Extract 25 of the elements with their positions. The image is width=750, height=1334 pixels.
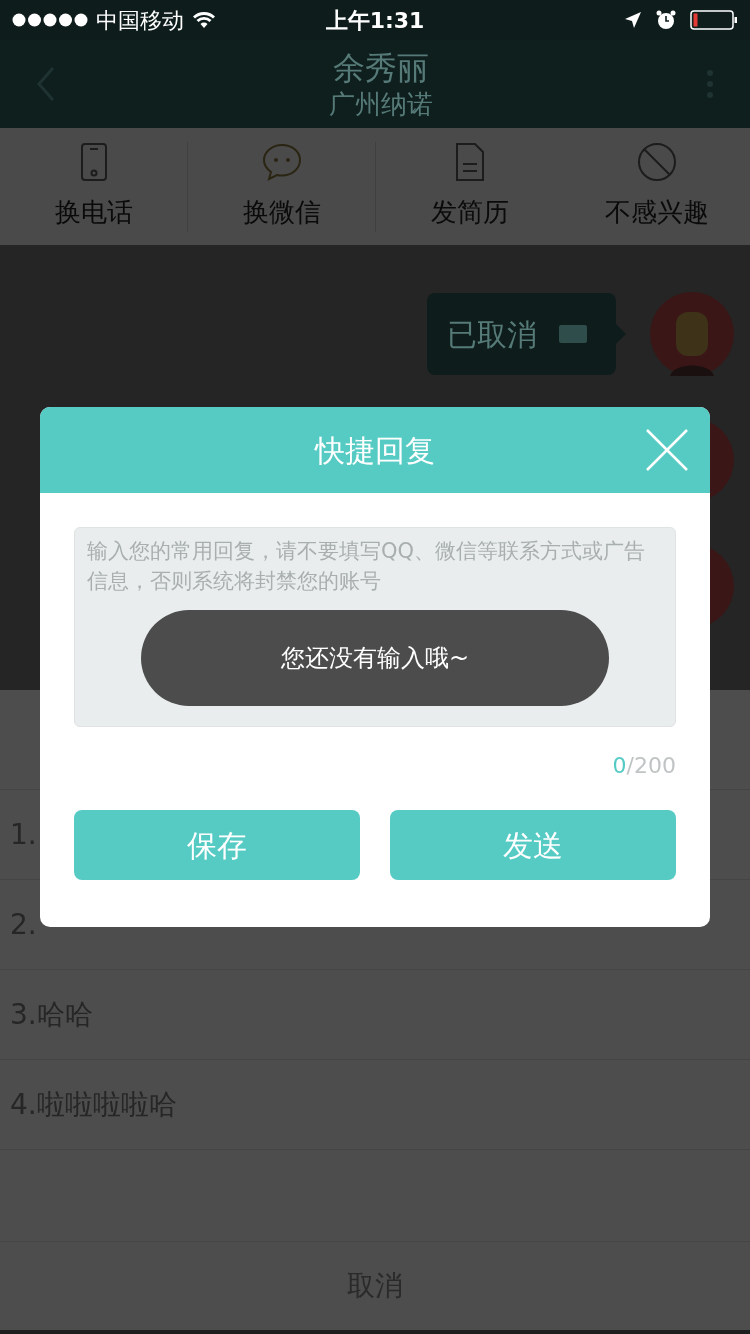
close-icon[interactable] [646,429,688,471]
action-button[interactable]: 不感兴趣 [604,141,709,232]
wifi-icon [192,11,216,29]
prohibited-icon [636,141,677,182]
save-button[interactable]: 保存 [74,810,360,880]
action-button[interactable]: 发简历 [430,141,509,232]
message-text: 已取消 [447,315,537,354]
company-name: 广州纳诺 [329,87,433,121]
toast: 您还没有输入哦~ [141,610,609,706]
document-icon [453,141,486,182]
action-button[interactable]: 换电话 [54,141,133,232]
action-button[interactable]: 换微信 [242,141,321,232]
location-arrow-icon [624,11,642,29]
chat-bubble-icon [260,141,303,182]
video-icon [559,325,587,343]
char-counter: 0/200 [612,752,676,780]
alarm-clock-icon [656,10,676,30]
signal-icon [12,13,88,27]
contact-name: 余秀丽 [333,47,429,88]
send-button[interactable]: 发送 [390,810,676,880]
status-time: 上午1:31 [324,6,426,35]
battery-icon [690,10,738,30]
phone-icon [79,141,108,182]
dialog-title: 快捷回复 [315,431,435,470]
carrier-label: 中国移动 [96,6,184,35]
